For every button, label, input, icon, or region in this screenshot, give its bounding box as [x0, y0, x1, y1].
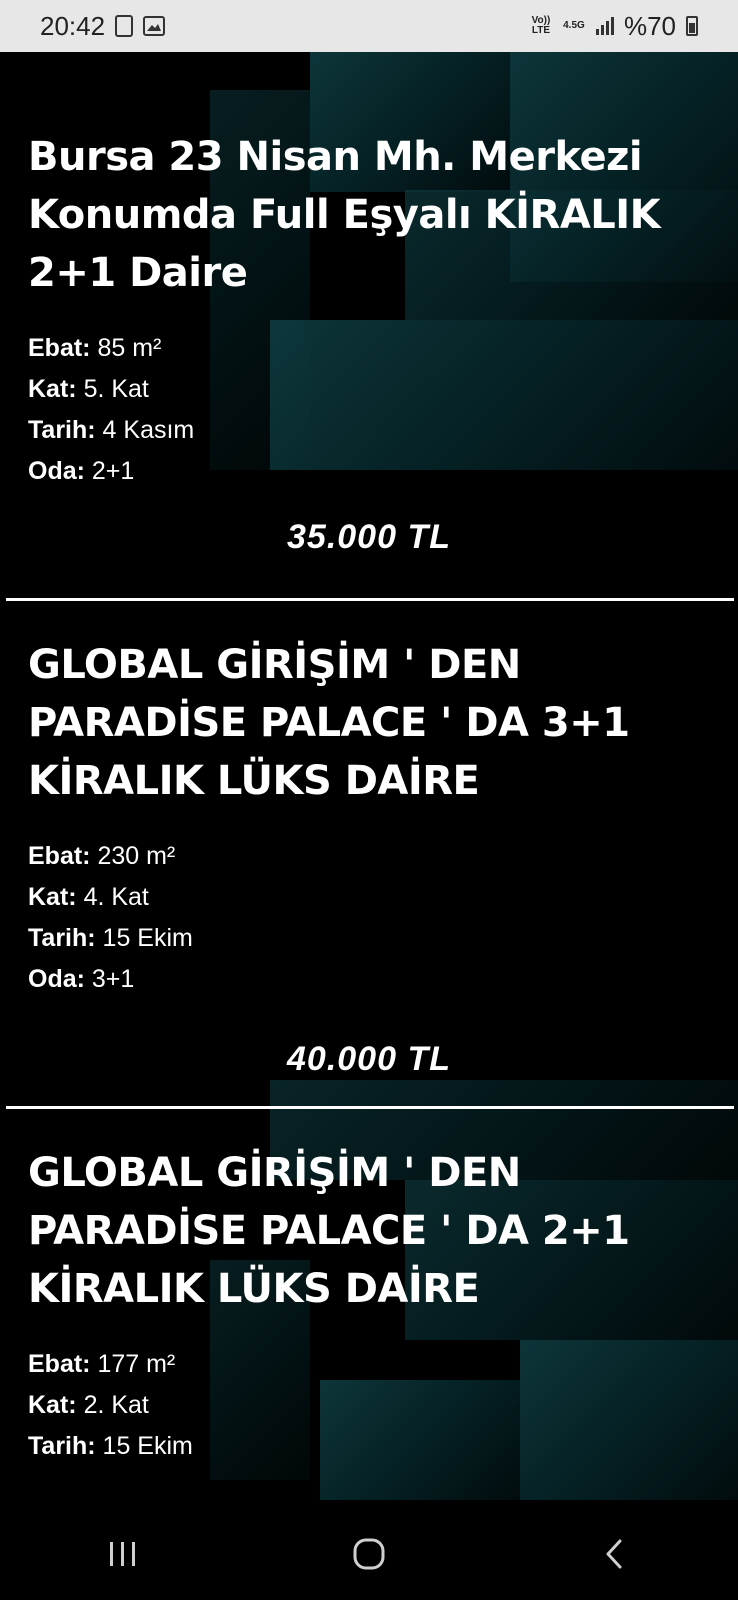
detail-row-rooms: Oda: 3+1: [28, 959, 708, 1000]
detail-value: 15 Ekim: [102, 1432, 193, 1460]
listing-details: Ebat: 85 m² Kat: 5. Kat Tarih: 4 Kasım O…: [28, 328, 708, 492]
listing-details: Ebat: 177 m² Kat: 2. Kat Tarih: 15 Ekim: [28, 1344, 708, 1467]
detail-value: 15 Ekim: [102, 924, 193, 952]
detail-key: Oda:: [28, 457, 85, 485]
screen: 20:42 Vo)) LTE 4.5G %70 Bursa 23 Nisan M…: [0, 0, 738, 1600]
detail-value: 2+1: [91, 457, 135, 485]
listing-price: 40.000 TL: [287, 1040, 451, 1078]
detail-value: 2. Kat: [83, 1391, 149, 1419]
navigation-bar: [0, 1508, 738, 1600]
detail-key: Oda:: [28, 965, 85, 993]
detail-key: Tarih:: [28, 416, 96, 444]
listing-details: Ebat: 230 m² Kat: 4. Kat Tarih: 15 Ekim …: [28, 836, 708, 1000]
detail-value: 4 Kasım: [102, 416, 195, 444]
detail-row-size: Ebat: 177 m²: [28, 1344, 708, 1385]
listing-card[interactable]: Bursa 23 Nisan Mh. Merkezi Konumda Full …: [28, 128, 708, 492]
listing-title: GLOBAL GİRİŞİM ' DEN PARADİSE PALACE ' D…: [28, 1150, 630, 1312]
detail-row-date: Tarih: 15 Ekim: [28, 1426, 708, 1467]
detail-value: 177 m²: [97, 1350, 176, 1378]
detail-key: Kat:: [28, 375, 77, 403]
divider: [6, 598, 734, 601]
listing-price: 35.000 TL: [287, 518, 451, 556]
listing-card[interactable]: GLOBAL GİRİŞİM ' DEN PARADİSE PALACE ' D…: [28, 636, 708, 1000]
detail-value: 5. Kat: [83, 375, 149, 403]
signal-icon: [595, 17, 614, 35]
detail-value: 3+1: [91, 965, 135, 993]
detail-row-floor: Kat: 5. Kat: [28, 369, 708, 410]
detail-key: Kat:: [28, 1391, 77, 1419]
detail-key: Tarih:: [28, 1432, 96, 1460]
battery-icon: [686, 16, 698, 36]
home-icon: [353, 1538, 385, 1570]
detail-row-rooms: Oda: 2+1: [28, 451, 708, 492]
detail-value: 85 m²: [97, 334, 162, 362]
detail-row-floor: Kat: 2. Kat: [28, 1385, 708, 1426]
status-time: 20:42: [40, 10, 106, 41]
detail-key: Tarih:: [28, 924, 96, 952]
volte-icon: Vo)) LTE: [531, 15, 551, 36]
home-button[interactable]: [329, 1524, 409, 1584]
listing-card[interactable]: GLOBAL GİRİŞİM ' DEN PARADİSE PALACE ' D…: [28, 1144, 708, 1467]
listing-title: Bursa 23 Nisan Mh. Merkezi Konumda Full …: [28, 134, 661, 296]
sim-icon: [115, 15, 134, 37]
back-icon: [606, 1539, 622, 1569]
divider: [6, 1106, 734, 1109]
detail-key: Ebat:: [28, 842, 91, 870]
detail-key: Kat:: [28, 883, 77, 911]
battery-percentage: %70: [623, 10, 676, 41]
network-icon: 4.5G: [563, 20, 585, 31]
detail-row-date: Tarih: 4 Kasım: [28, 410, 708, 451]
detail-value: 4. Kat: [83, 883, 149, 911]
detail-row-date: Tarih: 15 Ekim: [28, 918, 708, 959]
status-bar: 20:42 Vo)) LTE 4.5G %70: [0, 0, 738, 52]
detail-row-size: Ebat: 85 m²: [28, 328, 708, 369]
status-right: Vo)) LTE 4.5G %70: [530, 11, 698, 42]
gallery-icon: [143, 16, 166, 36]
detail-key: Ebat:: [28, 334, 91, 362]
recent-apps-button[interactable]: [83, 1524, 163, 1584]
detail-row-size: Ebat: 230 m²: [28, 836, 708, 877]
status-left: 20:42: [40, 10, 166, 42]
listing-title: GLOBAL GİRİŞİM ' DEN PARADİSE PALACE ' D…: [28, 642, 630, 804]
detail-value: 230 m²: [97, 842, 176, 870]
detail-key: Ebat:: [28, 1350, 91, 1378]
back-button[interactable]: [575, 1524, 655, 1584]
recent-apps-icon: [110, 1542, 135, 1566]
detail-row-floor: Kat: 4. Kat: [28, 877, 708, 918]
